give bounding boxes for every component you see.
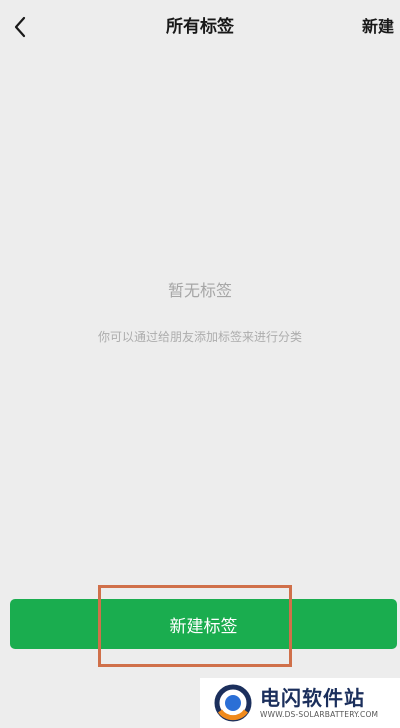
nav-bar: 所有标签 新建 [0, 0, 400, 56]
page-title: 所有标签 [166, 17, 234, 37]
watermark-name: 电闪软件站 [260, 686, 365, 710]
watermark-url: WWW.DS-SOLARBATTERY.COM [260, 710, 379, 719]
new-tag-button[interactable]: 新建标签 [10, 599, 397, 649]
chevron-left-icon [14, 16, 26, 38]
empty-state-hint: 你可以通过给朋友添加标签来进行分类 [97, 330, 302, 344]
new-tag-button-label: 新建标签 [169, 616, 238, 637]
empty-state-title: 暂无标签 [167, 281, 232, 300]
back-button[interactable] [6, 10, 34, 44]
lightning-logo-icon [214, 684, 252, 722]
new-tag-link[interactable]: 新建 [362, 14, 394, 40]
watermark: 电闪软件站 WWW.DS-SOLARBATTERY.COM [200, 678, 400, 728]
